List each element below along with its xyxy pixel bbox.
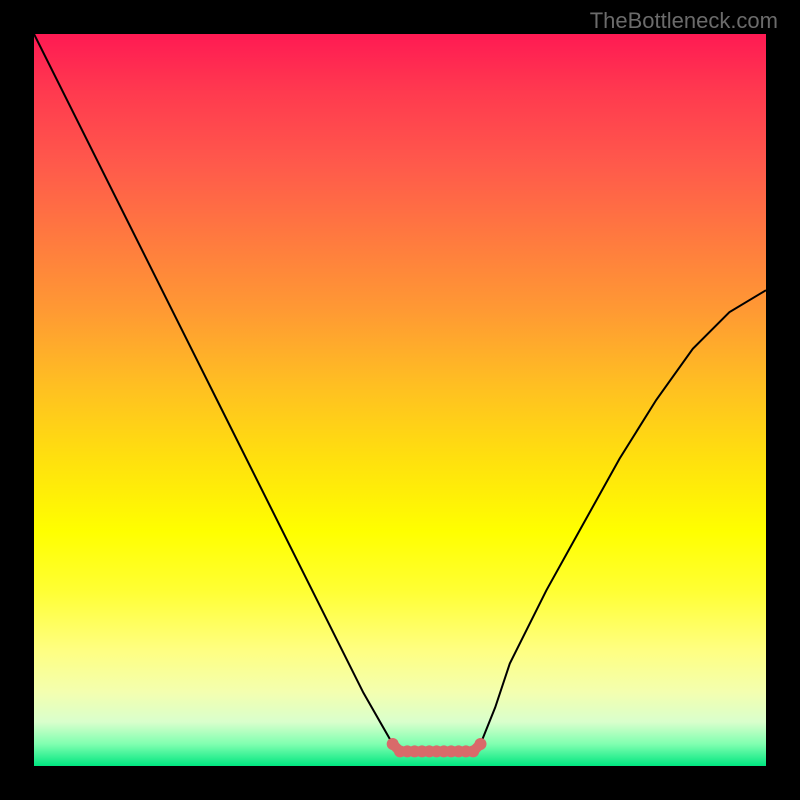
bottleneck-curve: [34, 34, 766, 751]
plot-area: [34, 34, 766, 766]
attribution-text: TheBottleneck.com: [590, 8, 778, 34]
chart-frame: TheBottleneck.com: [0, 0, 800, 800]
valley-dots: [387, 738, 487, 757]
valley-dot: [475, 738, 487, 750]
curve-layer: [34, 34, 766, 766]
